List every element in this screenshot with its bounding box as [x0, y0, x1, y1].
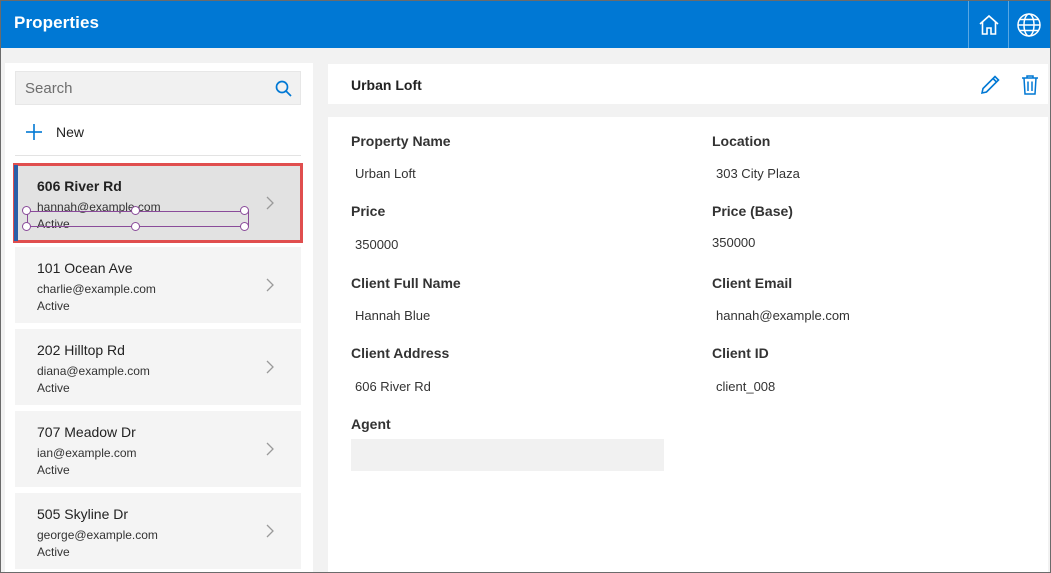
list-item-status: Active	[37, 545, 70, 559]
resize-handle[interactable]	[22, 222, 31, 231]
top-bar: Properties	[1, 1, 1050, 48]
list-item-status: Active	[37, 217, 70, 231]
chevron-right-icon	[266, 278, 274, 292]
field-value-client-address: 606 River Rd	[355, 379, 431, 394]
edit-icon[interactable]	[978, 73, 1002, 97]
chevron-right-icon	[266, 360, 274, 374]
agent-field[interactable]	[351, 439, 664, 471]
chevron-right-icon	[266, 524, 274, 538]
field-value-property-name: Urban Loft	[355, 166, 416, 181]
field-label-location: Location	[712, 133, 771, 149]
list-item-title: 101 Ocean Ave	[37, 260, 133, 276]
divider	[15, 155, 301, 156]
home-button[interactable]	[968, 1, 1008, 48]
search-box	[15, 71, 301, 105]
globe-icon	[1016, 12, 1041, 37]
app-frame: Properties Search New 606 River Rd hanna…	[0, 0, 1051, 573]
detail-header: Urban Loft	[328, 64, 1048, 104]
list-item-title: 606 River Rd	[37, 178, 122, 194]
field-label-agent: Agent	[351, 416, 391, 432]
list-item-title: 707 Meadow Dr	[37, 424, 136, 440]
list-item[interactable]: 707 Meadow Dr ian@example.com Active	[15, 411, 301, 487]
list-item[interactable]: 202 Hilltop Rd diana@example.com Active	[15, 329, 301, 405]
list-item-status: Active	[37, 463, 70, 477]
resize-handle[interactable]	[131, 206, 140, 215]
search-input[interactable]	[16, 72, 266, 104]
field-value-price: 350000	[355, 237, 399, 252]
resize-handle[interactable]	[240, 222, 249, 231]
new-button[interactable]: New	[15, 117, 155, 147]
field-label-price-base: Price (Base)	[712, 203, 793, 219]
list-item-email: diana@example.com	[37, 364, 150, 378]
list-item-title: 505 Skyline Dr	[37, 506, 129, 522]
field-label-client-address: Client Address	[351, 345, 450, 361]
list-item-email: hannah@example.com	[37, 200, 161, 214]
resize-handle[interactable]	[22, 206, 31, 215]
list-item-email: ian@example.com	[37, 446, 137, 460]
resize-handle[interactable]	[131, 222, 140, 231]
list-item-status: Active	[37, 299, 70, 313]
field-label-property-name: Property Name	[351, 133, 451, 149]
field-label-client-id: Client ID	[712, 345, 769, 361]
field-label-client-email: Client Email	[712, 275, 793, 291]
field-value-client-email: hannah@example.com	[716, 308, 850, 323]
list-item[interactable]: 606 River Rd hannah@example.com Active	[13, 163, 303, 243]
app-title: Properties	[14, 13, 100, 32]
detail-form: Property Name Urban Loft Location 303 Ci…	[328, 117, 1048, 572]
list-item-status: Active	[37, 381, 70, 395]
list-item[interactable]: 101 Ocean Ave charlie@example.com Active	[15, 247, 301, 323]
list-item[interactable]: 505 Skyline Dr george@example.com Active	[15, 493, 301, 569]
globe-button[interactable]	[1008, 1, 1048, 48]
home-icon	[978, 14, 999, 35]
field-value-location: 303 City Plaza	[716, 166, 800, 181]
field-label-client-full-name: Client Full Name	[351, 275, 461, 291]
property-list-panel: New 606 River Rd hannah@example.com Acti…	[5, 63, 313, 572]
list-item-email: charlie@example.com	[37, 282, 156, 296]
new-button-label: New	[56, 124, 85, 140]
list-item-email: george@example.com	[37, 528, 158, 542]
list-item-title: 202 Hilltop Rd	[37, 342, 125, 358]
trash-icon[interactable]	[1018, 73, 1042, 97]
chevron-right-icon	[266, 196, 274, 210]
detail-title: Urban Loft	[351, 77, 422, 93]
search-icon[interactable]	[274, 79, 294, 99]
field-value-client-full-name: Hannah Blue	[355, 308, 431, 323]
field-label-price: Price	[351, 203, 386, 219]
field-value-client-id: client_008	[716, 379, 776, 394]
field-value-price-base: 350000	[712, 235, 756, 250]
resize-handle[interactable]	[240, 206, 249, 215]
chevron-right-icon	[266, 442, 274, 456]
plus-icon	[26, 124, 42, 140]
